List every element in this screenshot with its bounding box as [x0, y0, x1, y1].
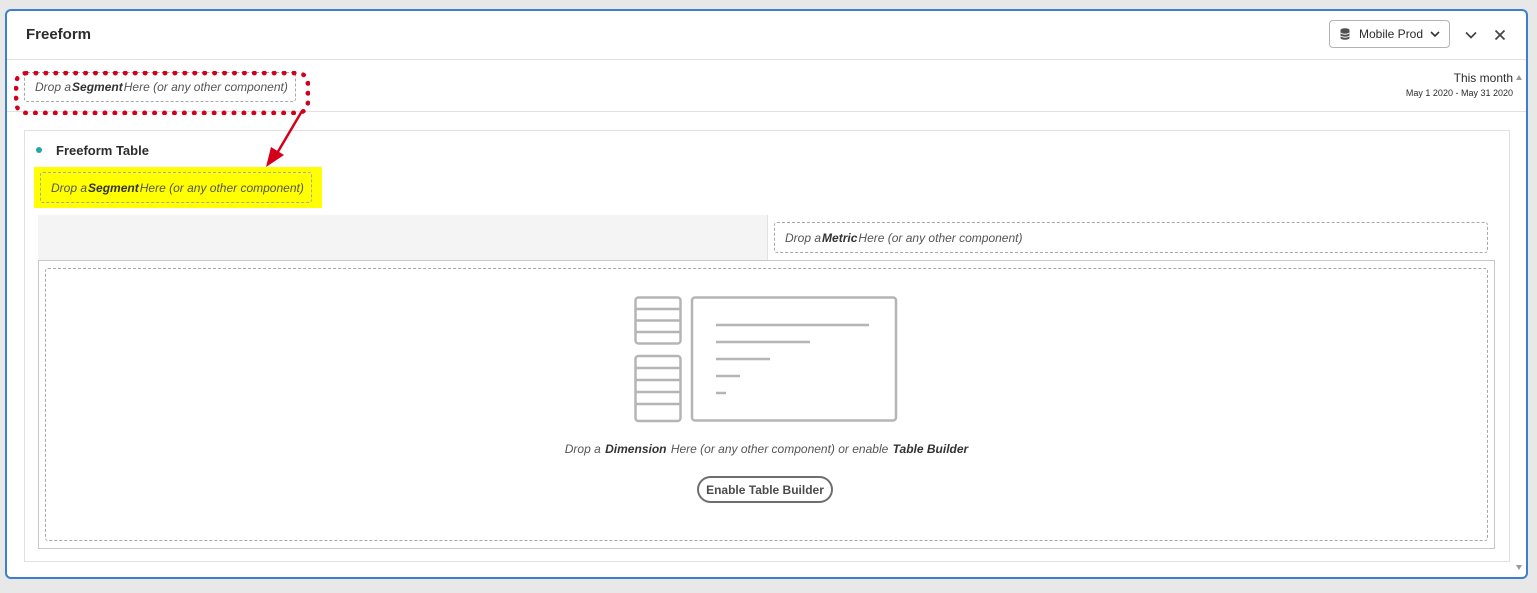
close-icon[interactable] [1493, 28, 1507, 42]
panel-title: Freeform [26, 26, 92, 43]
drop-suffix: Here (or any other component) [858, 230, 1023, 245]
collapse-panel-icon[interactable] [1464, 28, 1478, 42]
scroll-up-icon[interactable] [1515, 73, 1523, 87]
dimension-drop-text: Drop a Dimension Here (or any other comp… [46, 442, 1487, 456]
drop-emphasis: Metric [822, 230, 858, 245]
visualization-title[interactable]: Freeform Table [56, 143, 149, 158]
report-suite-selector[interactable]: Mobile Prod [1329, 20, 1450, 48]
date-range-value[interactable]: May 1 2020 - May 31 2020 [1406, 88, 1513, 98]
drop-suffix: Here (or any other component) [139, 180, 304, 195]
dimension-drop-zone[interactable]: Drop a Dimension Here (or any other comp… [45, 268, 1488, 541]
report-suite-label: Mobile Prod [1359, 27, 1424, 41]
drop-prefix: Drop a [785, 230, 822, 245]
table-body: Drop a Dimension Here (or any other comp… [38, 260, 1495, 549]
freeform-panel: Freeform Mobile Prod Drop a Segment Here… [5, 9, 1528, 579]
red-arrow-annotation [266, 110, 304, 167]
panel-header: Freeform Mobile Prod [7, 11, 1526, 60]
chevron-down-icon [1430, 31, 1440, 38]
date-range-label[interactable]: This month [1454, 71, 1513, 85]
visualization-status-dot [36, 147, 42, 153]
enable-table-builder-button[interactable]: Enable Table Builder [697, 476, 833, 503]
drop-emphasis-2: Table Builder [892, 442, 969, 456]
drop-emphasis: Segment [88, 180, 139, 195]
table-illustration-icon [634, 296, 898, 423]
freeform-table-visualization: Freeform Table Drop a Segment Here (or a… [24, 130, 1510, 562]
metric-drop-zone[interactable]: Drop a Metric Here (or any other compone… [774, 222, 1488, 253]
scroll-down-icon[interactable] [1515, 558, 1523, 572]
drop-emphasis: Dimension [605, 442, 667, 456]
drop-prefix: Drop a [564, 442, 605, 456]
dimension-header-area [38, 215, 767, 260]
drop-middle: Here (or any other component) or enable [667, 442, 892, 456]
database-icon [1340, 28, 1350, 40]
column-divider [767, 215, 768, 260]
drop-prefix: Drop a [51, 180, 88, 195]
